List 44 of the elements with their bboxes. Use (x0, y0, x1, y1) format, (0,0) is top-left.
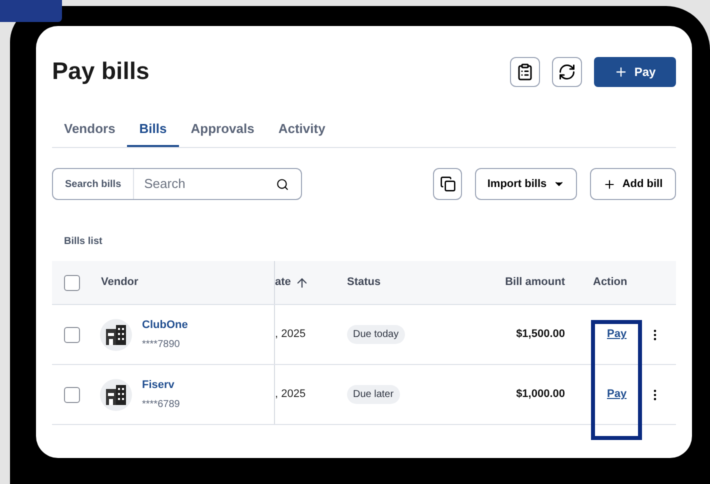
plus-icon (603, 178, 616, 190)
status-badge: Due today (347, 325, 405, 344)
plus-icon (614, 65, 628, 79)
sort-arrow-icon (294, 276, 309, 290)
clipboard-icon (516, 63, 534, 81)
vendor-link[interactable]: Fiserv (142, 376, 180, 394)
column-header: Bill amount (505, 275, 565, 290)
import-bills-button[interactable]: Import bills (475, 168, 577, 200)
building-icon (100, 318, 132, 350)
column-header: Action (593, 275, 628, 290)
pay-link[interactable]: Pay (607, 386, 627, 403)
account-number: ****6789 (142, 398, 180, 412)
building-icon (100, 378, 132, 410)
refresh-icon (558, 63, 576, 81)
search-input[interactable]: Search (134, 174, 276, 194)
amount-text: $1,500.00 (516, 327, 565, 342)
amount-text: $1,000.00 (516, 387, 565, 402)
checklist-button[interactable] (510, 57, 540, 87)
add-bill-button[interactable]: Add bill (590, 168, 676, 200)
pay-button[interactable]: Pay (594, 57, 676, 87)
pay-link[interactable]: Pay (607, 326, 627, 343)
search-bar[interactable]: Search bills Search (52, 168, 302, 200)
date-text: , 2025 (275, 387, 306, 402)
page-title: Pay bills (52, 57, 150, 87)
vendor-link[interactable]: ClubOne (142, 316, 188, 334)
tab[interactable]: Approvals (178, 112, 266, 147)
tab[interactable]: Bills (127, 112, 179, 147)
column-header: Vendor (100, 261, 275, 304)
row-checkbox[interactable] (64, 386, 80, 402)
section-title: Bills list (64, 235, 102, 249)
column-header[interactable]: ate (275, 274, 309, 291)
row-checkbox[interactable] (64, 274, 80, 290)
copy-icon (440, 176, 456, 192)
date-text: , 2025 (275, 327, 306, 342)
account-number: ****7890 (142, 338, 181, 352)
column-header: Status (347, 275, 381, 290)
copy-button[interactable] (433, 168, 462, 200)
tab[interactable]: Vendors (52, 112, 128, 147)
row-checkbox[interactable] (64, 326, 80, 342)
search-label: Search bills (53, 169, 134, 199)
status-badge: Due later (347, 385, 400, 404)
search-icon (276, 178, 289, 190)
tab[interactable]: Activity (266, 112, 338, 147)
refresh-button[interactable] (552, 57, 582, 87)
